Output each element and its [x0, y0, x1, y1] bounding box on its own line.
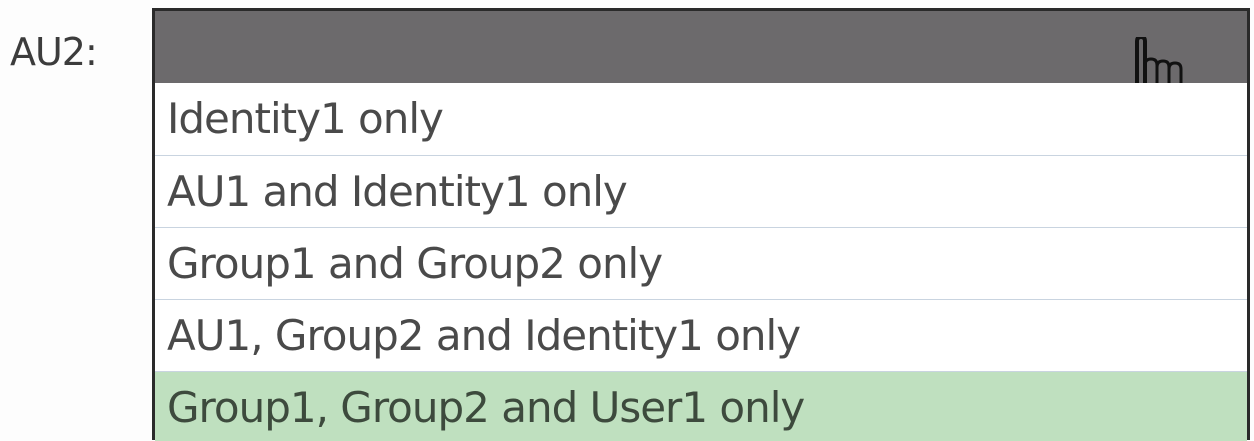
option-au1-group2-identity1-only[interactable]: AU1, Group2 and Identity1 only — [155, 299, 1247, 371]
dropdown-header[interactable] — [155, 11, 1247, 83]
option-au1-identity1-only[interactable]: AU1 and Identity1 only — [155, 155, 1247, 227]
field-label: AU2: — [10, 30, 98, 74]
option-identity1-only[interactable]: Identity1 only — [155, 83, 1247, 155]
stage: AU2: Identity1 only AU1 and Identity1 on… — [0, 0, 1254, 441]
option-list: Identity1 only AU1 and Identity1 only Gr… — [155, 83, 1247, 441]
option-group1-group2-only[interactable]: Group1 and Group2 only — [155, 227, 1247, 299]
option-group1-group2-user1-only[interactable]: Group1, Group2 and User1 only — [155, 371, 1247, 441]
hand-pointer-icon — [1135, 37, 1183, 83]
au2-dropdown[interactable]: Identity1 only AU1 and Identity1 only Gr… — [152, 8, 1250, 441]
